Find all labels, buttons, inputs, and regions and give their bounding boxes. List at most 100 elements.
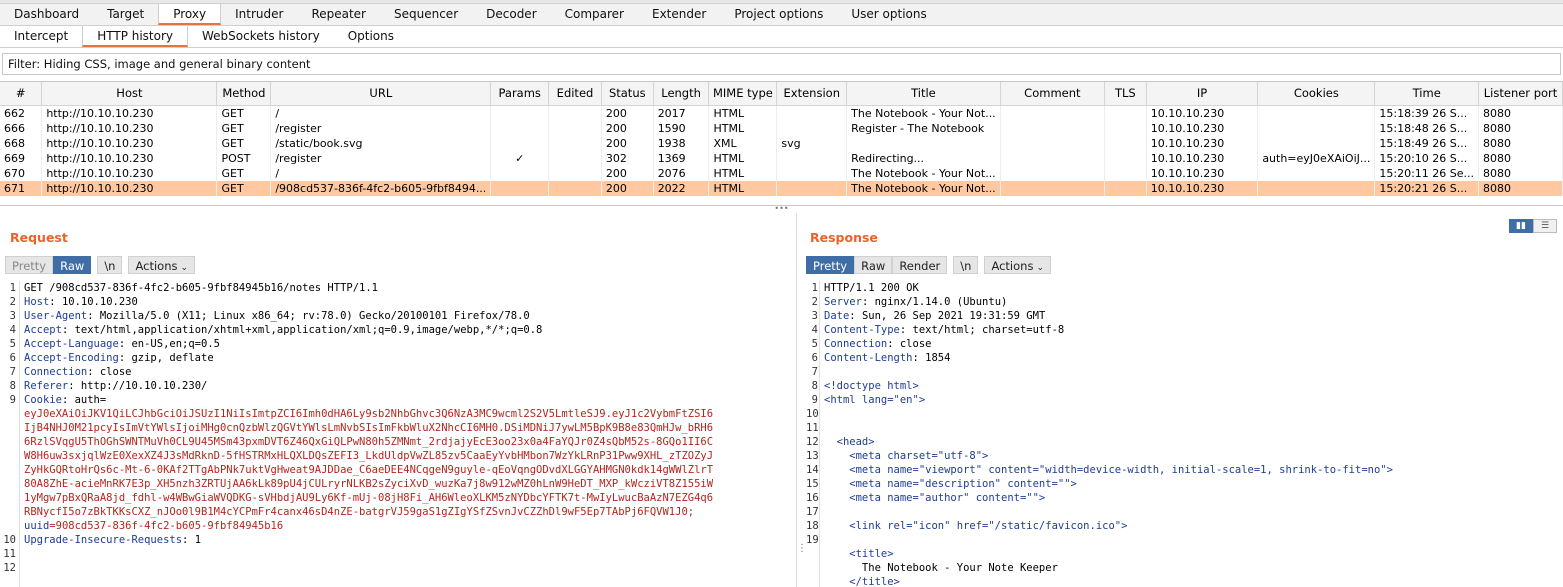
table-cell: 666 (0, 120, 43, 136)
table-row[interactable]: 670 http://10.10.10.230 GET/ 200 2076 HTML The… (0, 165, 1563, 181)
code-line: <!doctype html> (824, 379, 919, 393)
header-value: <meta charset="utf-8"> (824, 450, 989, 462)
table-cell (776, 120, 848, 136)
horizontal-split-handle[interactable]: ••• (0, 205, 1563, 213)
header-value: <meta name="description" content=""> (824, 478, 1077, 490)
table-cell: svg (776, 135, 848, 151)
response-raw-button[interactable]: Raw (854, 256, 893, 274)
table-row[interactable]: 662 http://10.10.10.230 GET/ 200 2017 HTML The… (0, 105, 1563, 121)
table-cell: POST (216, 150, 272, 166)
tab-user-options[interactable]: User options (837, 4, 940, 25)
table-cell: The Notebook - Your Not... (846, 105, 1001, 121)
cookie-value-line: W8H6uw3sxjqlWzE0XexXZ4J3sMdRknD-5fHSTRMx… (24, 450, 714, 462)
table-cell: 8080 (1478, 135, 1563, 151)
table-cell: 10.10.10.230 (1146, 105, 1259, 121)
line-number: 8 (9, 380, 16, 392)
response-actions-button[interactable]: Actions ⌄ (984, 256, 1051, 274)
column-header-method[interactable]: Method (216, 82, 272, 106)
header-name: Referer (24, 380, 69, 392)
table-cell: 15:20:21 26 S... (1374, 180, 1480, 196)
column-header-extension[interactable]: Extension (776, 82, 848, 106)
table-cell (1000, 105, 1106, 121)
tab-intruder[interactable]: Intruder (221, 4, 297, 25)
table-row[interactable]: 671 http://10.10.10.230 GET/908cd537-836f-… (0, 180, 1563, 196)
response-pretty-button[interactable]: Pretty (806, 256, 855, 274)
vertical-split-handle[interactable]: ⋮ (796, 213, 807, 587)
table-cell: 1369 (653, 150, 710, 166)
response-editor[interactable]: 1 HTTP/1.1 200 OK 2 Server: nginx/1.14.0 (U… (806, 281, 1563, 587)
tab-extender[interactable]: Extender (638, 4, 720, 25)
line-number: 7 (9, 366, 16, 378)
column-header-mime-type[interactable]: MIME type (708, 82, 778, 106)
response-render-button[interactable]: Render (892, 256, 948, 274)
table-cell (548, 135, 602, 151)
column-header-listener-port[interactable]: Listener port (1478, 82, 1563, 106)
code-line: <title> (824, 547, 893, 561)
tab-repeater[interactable]: Repeater (297, 4, 380, 25)
table-cell: http://10.10.10.230 (41, 135, 218, 151)
table-cell (1104, 165, 1147, 181)
response-newline-button[interactable]: \n (953, 256, 979, 274)
request-pane: Request Pretty Raw \n Actions ⌄ 1 GET /908… (0, 218, 795, 587)
table-cell: ✓ (490, 150, 550, 166)
tab-target[interactable]: Target (93, 4, 158, 25)
request-newline-button[interactable]: \n (97, 256, 123, 274)
column-header-edited[interactable]: Edited (548, 82, 602, 106)
table-cell: 10.10.10.230 (1146, 165, 1259, 181)
code-line: Cookie: auth= (24, 393, 106, 407)
tab-project-options[interactable]: Project options (720, 4, 837, 25)
subtab-options[interactable]: Options (334, 26, 408, 47)
column-header-comment[interactable]: Comment (1000, 82, 1106, 106)
cookie-name: uuid (24, 520, 50, 532)
request-pretty-button[interactable]: Pretty (5, 256, 54, 274)
request-title: Request (10, 230, 68, 245)
header-value: : http://10.10.10.230/ (68, 380, 208, 392)
code-line: GET /908cd537-836f-4fc2-b605-9fbf84945b1… (24, 281, 378, 295)
subtab-http-history[interactable]: HTTP history (82, 26, 189, 47)
tab-decoder[interactable]: Decoder (472, 4, 551, 25)
table-cell: GET (216, 135, 272, 151)
header-value: : en-US,en;q=0.5 (118, 338, 220, 350)
table-cell: 8080 (1478, 120, 1563, 136)
tab-proxy[interactable]: Proxy (158, 4, 222, 25)
column-header-ip[interactable]: IP (1146, 82, 1259, 106)
table-row[interactable]: 668 http://10.10.10.230 GET/static/book.sv… (0, 135, 1563, 151)
filter-bar[interactable]: Filter: Hiding CSS, image and general bi… (2, 53, 1561, 75)
header-name: Accept-Language (24, 338, 119, 350)
table-cell: /908cd537-836f-4fc2-b605-9fbf8494... (270, 180, 492, 196)
column-header-status[interactable]: Status (601, 82, 654, 106)
table-row[interactable]: 669 http://10.10.10.230 POST/register ✓ 302 1… (0, 150, 1563, 166)
column-header-tls[interactable]: TLS (1104, 82, 1147, 106)
table-cell (1104, 120, 1147, 136)
table-cell: HTML (708, 165, 778, 181)
code-line: Connection: close (24, 365, 131, 379)
table-row[interactable]: 666 http://10.10.10.230 GET/register 200 159… (0, 120, 1563, 136)
tab-dashboard[interactable]: Dashboard (0, 4, 93, 25)
column-header-number[interactable]: # (0, 82, 43, 106)
table-cell (1000, 150, 1106, 166)
request-actions-button[interactable]: Actions ⌄ (128, 256, 196, 274)
column-header-cookies[interactable]: Cookies (1257, 82, 1376, 106)
subtab-websockets-history[interactable]: WebSockets history (188, 26, 334, 47)
column-header-title[interactable]: Title (846, 82, 1001, 106)
code-line: Connection: close (824, 337, 931, 351)
table-cell: /static/book.svg (270, 135, 492, 151)
line-number: 2 (9, 296, 16, 308)
request-editor[interactable]: 1 GET /908cd537-836f-4fc2-b605-9fbf84945b… (0, 281, 795, 587)
table-cell (548, 105, 602, 121)
table-cell: GET (216, 180, 272, 196)
code-line: Server: nginx/1.14.0 (Ubuntu) (824, 295, 1007, 309)
code-line: HTTP/1.1 200 OK (824, 281, 919, 295)
column-header-time[interactable]: Time (1374, 82, 1480, 106)
column-header-url[interactable]: URL (270, 82, 492, 106)
table-cell: 15:20:10 26 S... (1374, 150, 1480, 166)
column-header-params[interactable]: Params (490, 82, 550, 106)
request-raw-button[interactable]: Raw (53, 256, 92, 274)
line-number: 11 (806, 422, 819, 434)
tab-comparer[interactable]: Comparer (551, 4, 638, 25)
line-number: 10 (806, 408, 819, 420)
column-header-length[interactable]: Length (653, 82, 710, 106)
column-header-host[interactable]: Host (41, 82, 218, 106)
tab-sequencer[interactable]: Sequencer (380, 4, 472, 25)
subtab-intercept[interactable]: Intercept (0, 26, 82, 47)
